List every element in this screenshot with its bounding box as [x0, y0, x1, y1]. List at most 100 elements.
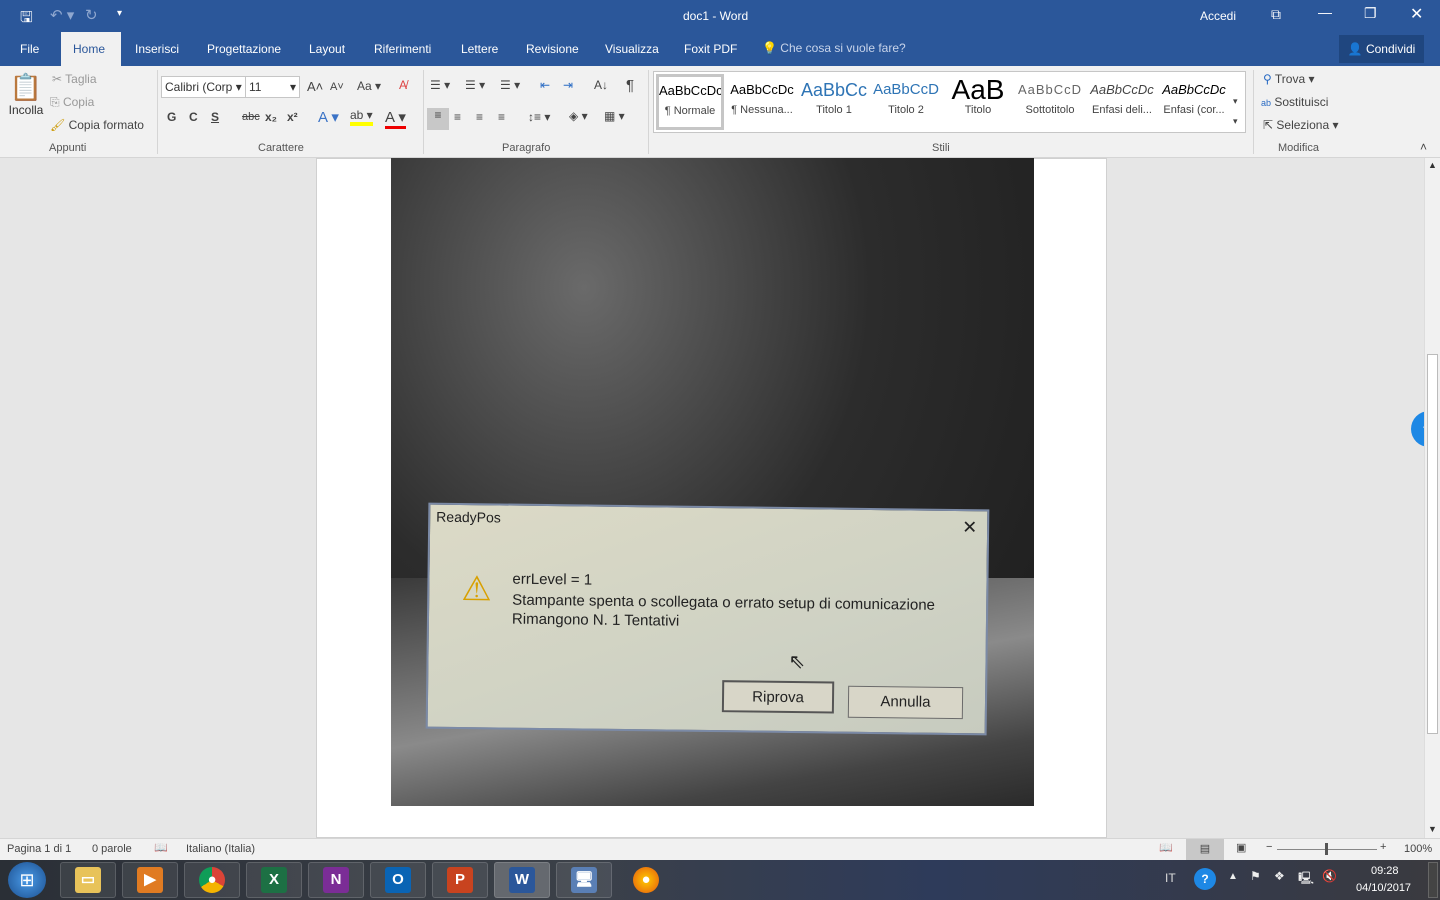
decrease-indent-icon[interactable]: ⇤: [540, 78, 550, 92]
taskbar-media-player-icon[interactable]: ▶: [122, 862, 178, 898]
taskbar-powerpoint-icon[interactable]: P: [432, 862, 488, 898]
volume-muted-icon[interactable]: 🔇: [1322, 869, 1337, 883]
taskbar-explorer-icon[interactable]: ▭: [60, 862, 116, 898]
proofing-icon[interactable]: 📖: [154, 841, 168, 854]
zoom-slider-thumb[interactable]: [1325, 843, 1328, 855]
tab-inserisci[interactable]: Inserisci: [123, 32, 191, 66]
style-titolo[interactable]: AaB Titolo: [942, 76, 1014, 126]
align-right-icon[interactable]: ≡: [476, 110, 483, 124]
taskbar-word-icon[interactable]: W: [494, 862, 550, 898]
multilevel-list-icon[interactable]: ☰ ▾: [500, 78, 520, 92]
taskbar-excel-icon[interactable]: X: [246, 862, 302, 898]
word-count[interactable]: 0 parole: [92, 843, 132, 855]
taskbar-remote-desktop-icon[interactable]: 🖥: [556, 862, 612, 898]
shrink-font-icon[interactable]: A˅: [330, 81, 344, 93]
styles-more-icon[interactable]: ▾: [1233, 116, 1238, 127]
find-button[interactable]: ⚲ Trova ▾: [1263, 72, 1315, 86]
italic-button[interactable]: C: [189, 110, 198, 124]
grow-font-icon[interactable]: A˄: [307, 79, 323, 94]
tab-layout[interactable]: Layout: [297, 32, 357, 66]
customize-qat-icon[interactable]: ▾: [117, 8, 122, 19]
taskbar-outlook-icon[interactable]: O: [370, 862, 426, 898]
taskbar-chrome-icon[interactable]: ●: [184, 862, 240, 898]
close-icon[interactable]: ✕: [1410, 4, 1423, 24]
font-size-select[interactable]: 11 ▾: [245, 76, 300, 98]
read-mode-icon[interactable]: 📖: [1159, 841, 1173, 854]
clock-date[interactable]: 04/10/2017: [1356, 882, 1411, 894]
collapse-ribbon-icon[interactable]: ˄: [1420, 140, 1427, 154]
action-center-flag-icon[interactable]: ⚑: [1250, 869, 1261, 883]
start-button[interactable]: ⊞: [8, 862, 46, 898]
borders-icon[interactable]: ▦ ▾: [604, 109, 625, 123]
bold-button[interactable]: G: [167, 110, 176, 124]
cut-button[interactable]: ✂ Taglia: [52, 72, 97, 86]
shading-icon[interactable]: ◈ ▾: [569, 109, 588, 123]
font-color-icon[interactable]: A ▾: [385, 108, 406, 129]
align-left-icon[interactable]: ≡: [427, 108, 449, 130]
numbering-icon[interactable]: ☰ ▾: [465, 78, 485, 92]
line-spacing-icon[interactable]: ↕≡ ▾: [528, 110, 550, 124]
print-layout-icon[interactable]: ▤: [1186, 839, 1224, 860]
underline-button[interactable]: S: [211, 110, 219, 124]
style-titolo1[interactable]: AaBbCc Titolo 1: [798, 76, 870, 126]
save-icon[interactable]: 🖫: [20, 7, 33, 32]
help-tray-icon[interactable]: ?: [1194, 868, 1216, 890]
show-hidden-icons[interactable]: ▲: [1228, 871, 1238, 882]
style-sottotitolo[interactable]: AaBbCcD Sottotitolo: [1014, 76, 1086, 126]
vertical-scrollbar[interactable]: ▲ ▼: [1424, 158, 1440, 838]
format-painter-button[interactable]: 🖌 Copia formato: [50, 118, 144, 132]
styles-scroll-icon[interactable]: ▾: [1233, 96, 1238, 107]
tab-progettazione[interactable]: Progettazione: [195, 32, 293, 66]
redo-icon[interactable]: ↻: [85, 6, 98, 24]
subscript-icon[interactable]: x₂: [265, 110, 277, 124]
clock-time[interactable]: 09:28: [1371, 865, 1399, 877]
copy-button[interactable]: ⎘ Copia: [50, 95, 94, 110]
superscript-icon[interactable]: x²: [287, 110, 298, 124]
restore-icon[interactable]: ❐: [1364, 5, 1377, 22]
sign-in-link[interactable]: Accedi: [1200, 9, 1236, 23]
style-enfasi-delicata[interactable]: AaBbCcDc Enfasi deli...: [1086, 76, 1158, 126]
ribbon-display-options-icon[interactable]: ⧉: [1271, 6, 1281, 23]
undo-icon[interactable]: ↶ ▾: [50, 6, 74, 24]
increase-indent-icon[interactable]: ⇥: [563, 78, 573, 92]
tab-riferimenti[interactable]: Riferimenti: [362, 32, 443, 66]
show-marks-icon[interactable]: ¶: [626, 77, 634, 94]
minimize-icon[interactable]: —: [1318, 4, 1332, 20]
taskbar-onenote-icon[interactable]: N: [308, 862, 364, 898]
tab-visualizza[interactable]: Visualizza: [593, 32, 671, 66]
strikethrough-button[interactable]: abc: [242, 111, 260, 123]
input-language[interactable]: IT: [1165, 871, 1176, 885]
text-effects-icon[interactable]: A ▾: [318, 108, 339, 126]
tell-me-box[interactable]: 💡 Che cosa si vuole fare?: [762, 41, 906, 55]
scroll-down-icon[interactable]: ▼: [1428, 824, 1437, 834]
font-name-select[interactable]: Calibri (Corp ▾: [161, 76, 246, 98]
align-center-icon[interactable]: ≡: [454, 110, 461, 124]
tab-file[interactable]: File: [8, 32, 51, 66]
dropbox-tray-icon[interactable]: ❖: [1274, 869, 1285, 883]
justify-icon[interactable]: ≡: [498, 110, 505, 124]
web-layout-icon[interactable]: ▣: [1236, 841, 1246, 854]
show-desktop-button[interactable]: [1428, 862, 1438, 898]
bullets-icon[interactable]: ☰ ▾: [430, 78, 450, 92]
tab-home[interactable]: Home: [61, 32, 121, 66]
page-count[interactable]: Pagina 1 di 1: [7, 843, 71, 855]
highlight-icon[interactable]: ab ▾: [350, 108, 373, 126]
share-button[interactable]: 👤 Condividi: [1339, 35, 1424, 63]
zoom-level[interactable]: 100%: [1404, 843, 1432, 855]
replace-button[interactable]: ab Sostituisci: [1261, 95, 1328, 109]
language[interactable]: Italiano (Italia): [186, 843, 255, 855]
taskbar-firefox-icon[interactable]: ●: [618, 862, 674, 898]
network-icon[interactable]: 🖳: [1298, 869, 1314, 890]
sort-icon[interactable]: A↓: [594, 78, 608, 92]
change-case-button[interactable]: Aa ▾: [357, 79, 381, 93]
select-button[interactable]: ⇱ Seleziona ▾: [1263, 118, 1338, 132]
style-enfasi-corsivo[interactable]: AaBbCcDc Enfasi (cor...: [1158, 76, 1230, 126]
style-titolo2[interactable]: AaBbCcD Titolo 2: [870, 76, 942, 126]
scroll-thumb[interactable]: [1427, 354, 1438, 734]
tab-foxit-pdf[interactable]: Foxit PDF: [672, 32, 749, 66]
scroll-up-icon[interactable]: ▲: [1428, 160, 1437, 170]
style-normale[interactable]: AaBbCcDc ¶ Normale: [656, 74, 724, 130]
tab-lettere[interactable]: Lettere: [449, 32, 510, 66]
zoom-in-icon[interactable]: +: [1380, 841, 1386, 853]
paste-button[interactable]: 📋 Incolla: [6, 72, 46, 136]
